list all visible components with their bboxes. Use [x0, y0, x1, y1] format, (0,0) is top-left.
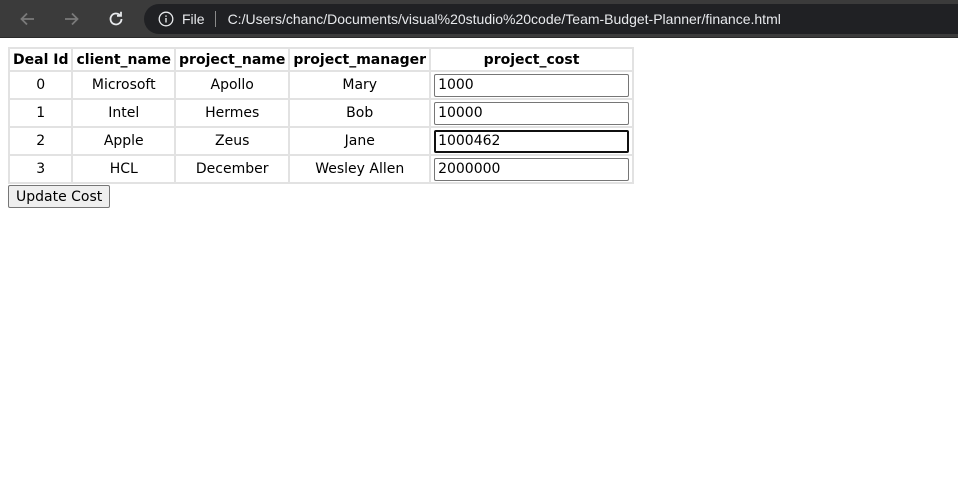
- reload-icon: [106, 9, 126, 29]
- client-name-cell: HCL: [72, 155, 176, 183]
- project-name-cell: Apollo: [175, 71, 290, 99]
- project-manager-cell: Jane: [289, 127, 431, 155]
- project-cost-input[interactable]: [434, 73, 630, 97]
- back-button[interactable]: [13, 4, 43, 34]
- project-manager-cell: Bob: [289, 99, 431, 127]
- address-divider: [214, 11, 216, 27]
- table-row: 2 Apple Zeus Jane: [9, 127, 634, 155]
- header-project-cost: project_cost: [430, 48, 634, 71]
- project-manager-cell: Wesley Allen: [289, 155, 431, 183]
- table-row: 0 Microsoft Apollo Mary: [9, 71, 634, 99]
- project-name-cell: Hermes: [175, 99, 290, 127]
- project-name-cell: December: [175, 155, 290, 183]
- header-client-name: client_name: [72, 48, 176, 71]
- project-cost-input[interactable]: [434, 101, 630, 125]
- browser-toolbar: File C:/Users/chanc/Documents/visual%20s…: [0, 0, 958, 38]
- project-cost-cell: [430, 127, 634, 155]
- deals-table: Deal Id client_name project_name project…: [8, 47, 635, 184]
- url-text[interactable]: C:/Users/chanc/Documents/visual%20studio…: [228, 11, 781, 27]
- client-name-cell: Apple: [72, 127, 176, 155]
- project-cost-cell: [430, 71, 634, 99]
- scheme-label: File: [182, 11, 205, 27]
- project-manager-cell: Mary: [289, 71, 431, 99]
- page-content: Deal Id client_name project_name project…: [8, 47, 635, 208]
- project-cost-cell: [430, 99, 634, 127]
- header-project-manager: project_manager: [289, 48, 431, 71]
- deal-id-cell: 3: [9, 155, 73, 183]
- deal-id-cell: 1: [9, 99, 73, 127]
- info-icon[interactable]: [158, 11, 174, 27]
- forward-button[interactable]: [56, 4, 86, 34]
- arrow-left-icon: [18, 9, 38, 29]
- header-project-name: project_name: [175, 48, 290, 71]
- update-cost-button[interactable]: Update Cost: [8, 185, 111, 208]
- table-row: 3 HCL December Wesley Allen: [9, 155, 634, 183]
- address-bar[interactable]: File C:/Users/chanc/Documents/visual%20s…: [144, 4, 958, 34]
- deal-id-cell: 2: [9, 127, 73, 155]
- table-row: 1 Intel Hermes Bob: [9, 99, 634, 127]
- client-name-cell: Microsoft: [72, 71, 176, 99]
- project-name-cell: Zeus: [175, 127, 290, 155]
- client-name-cell: Intel: [72, 99, 176, 127]
- table-header-row: Deal Id client_name project_name project…: [9, 48, 634, 71]
- project-cost-input[interactable]: [434, 129, 630, 153]
- reload-button[interactable]: [101, 4, 131, 34]
- arrow-right-icon: [61, 9, 81, 29]
- project-cost-input[interactable]: [434, 157, 630, 181]
- header-deal-id: Deal Id: [9, 48, 73, 71]
- deal-id-cell: 0: [9, 71, 73, 99]
- project-cost-cell: [430, 155, 634, 183]
